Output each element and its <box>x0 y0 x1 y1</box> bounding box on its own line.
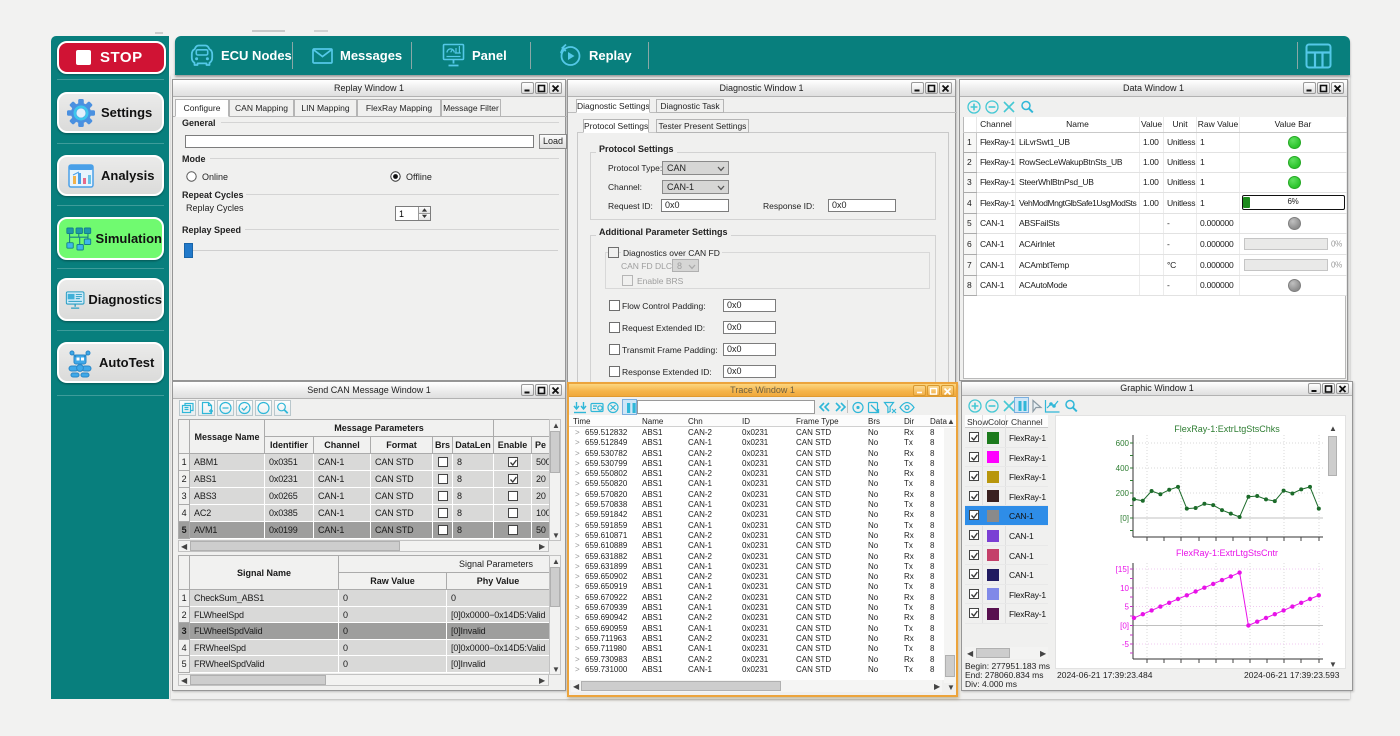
svg-text:[0]: [0] <box>1120 622 1129 631</box>
svg-text:[0]: [0] <box>1120 514 1129 523</box>
svg-text:400: 400 <box>1116 464 1130 473</box>
svg-text:-5: -5 <box>1122 640 1130 649</box>
svg-text:600: 600 <box>1116 439 1130 448</box>
svg-text:[15]: [15] <box>1116 565 1129 574</box>
svg-text:5: 5 <box>1125 603 1130 612</box>
svg-text:200: 200 <box>1116 489 1130 498</box>
svg-text:10: 10 <box>1120 584 1129 593</box>
svg-text:FlexRay-1:ExtrLtgStsCntr: FlexRay-1:ExtrLtgStsCntr <box>1176 548 1278 558</box>
svg-text:FlexRay-1:ExtrLtgStsChks: FlexRay-1:ExtrLtgStsChks <box>1174 424 1280 434</box>
